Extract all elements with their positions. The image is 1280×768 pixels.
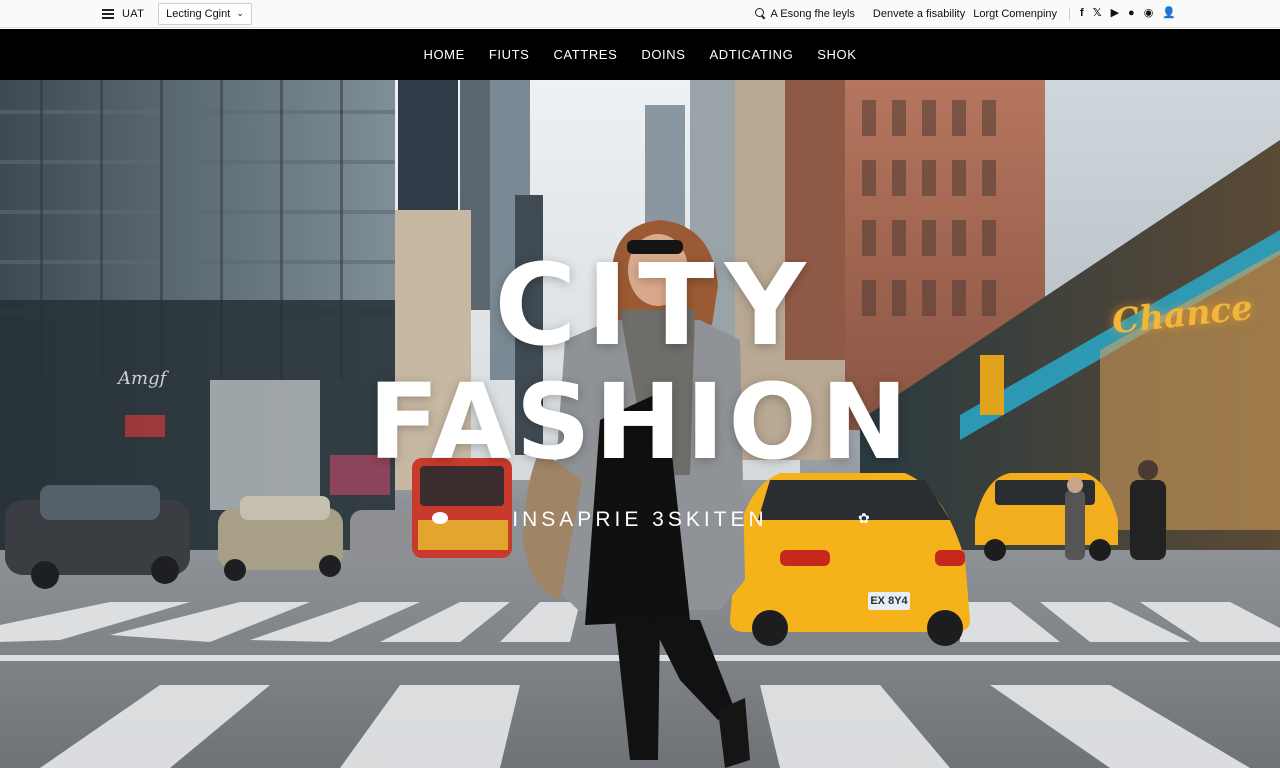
main-nav: HOME FIUTS CATTRES DOINS ADTICATING SHOK [0, 29, 1280, 80]
language-select[interactable]: Lecting Cgint ⌄ [158, 2, 252, 25]
utility-bar-left: UAT Lecting Cgint ⌄ [0, 2, 252, 25]
nav-item-4[interactable]: DOINS [629, 47, 697, 62]
utility-bar-right: A Esong fhe leyls Denvete a fisability L… [754, 7, 1280, 20]
hero-title-line-2: FASHION [368, 361, 912, 483]
nav-item-home[interactable]: HOME [411, 47, 476, 62]
social-links: f 𝕏 ▶ ● ◉ 👤 [1080, 8, 1176, 19]
nav-item-6[interactable]: SHOK [805, 47, 868, 62]
flower-icon: ✿ [858, 510, 870, 526]
user-icon[interactable]: 👤 [1162, 8, 1176, 19]
search-icon [754, 8, 766, 19]
nav-item-2[interactable]: FIUTS [477, 47, 542, 62]
twitter-icon[interactable]: 𝕏 [1093, 8, 1102, 19]
taxi-main [730, 473, 970, 646]
search-link[interactable]: A Esong fhe leyls [754, 7, 855, 20]
hero-banner: Chance Amgf EX 8Y4 CITY FASHION INSAPRIE… [0, 80, 1280, 768]
nav-item-3[interactable]: CATTRES [541, 47, 629, 62]
utility-link-1[interactable]: Denvete a fisability [873, 8, 965, 20]
utility-bar: UAT Lecting Cgint ⌄ A Esong fhe leyls De… [0, 0, 1280, 28]
search-text: A Esong fhe leyls [770, 7, 855, 20]
chevron-down-icon: ⌄ [236, 8, 244, 18]
language-select-value: Lecting Cgint [166, 7, 231, 20]
utility-divider [1069, 7, 1071, 20]
hero-title-line-1: CITY [494, 241, 816, 371]
utility-link-2[interactable]: Lorgt Comenpiny [973, 8, 1057, 20]
menu-label[interactable]: UAT [122, 8, 144, 20]
nav-item-5[interactable]: ADTICATING [698, 47, 806, 62]
pinterest-icon[interactable]: ● [1128, 8, 1135, 19]
youtube-icon[interactable]: ▶ [1111, 8, 1119, 19]
facebook-icon[interactable]: f [1080, 8, 1084, 19]
hero-tagline: INSAPRIE 3SKITEN [512, 508, 768, 531]
instagram-icon[interactable]: ◉ [1144, 8, 1154, 19]
hamburger-menu-icon[interactable] [102, 8, 114, 19]
license-plate: EX 8Y4 [868, 592, 910, 610]
